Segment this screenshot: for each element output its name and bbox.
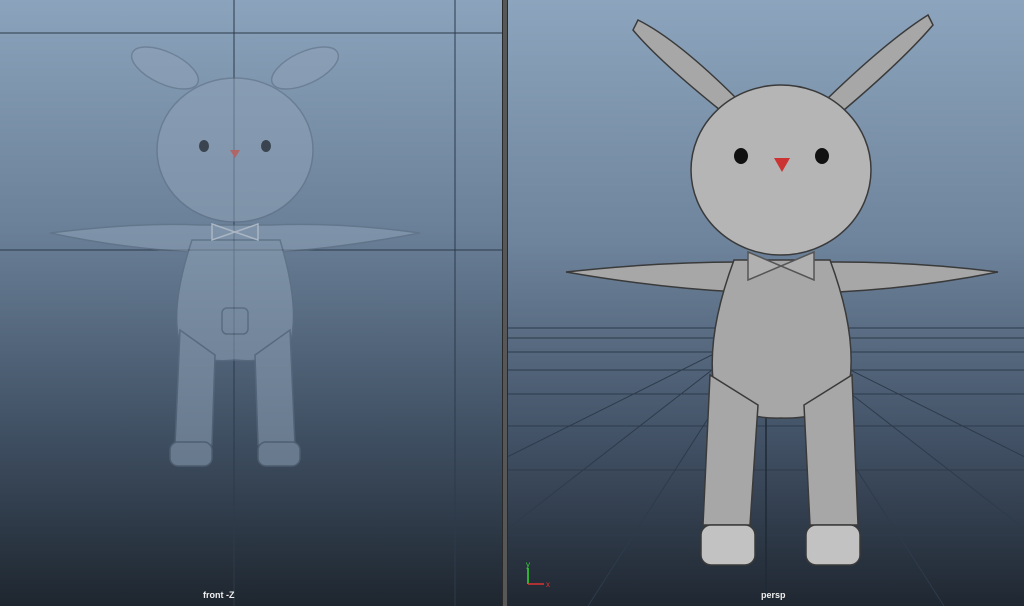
right-eye <box>261 140 271 152</box>
right-ear <box>824 13 934 111</box>
front-viewport-canvas[interactable] <box>0 0 502 606</box>
right-eye <box>815 148 829 164</box>
y-axis-label: y <box>526 560 530 569</box>
right-foot <box>257 441 301 467</box>
axis-gizmo: y x <box>526 560 550 589</box>
bunny-front-model[interactable] <box>49 38 421 467</box>
left-foot <box>169 441 213 467</box>
persp-viewport-canvas[interactable] <box>508 0 1024 606</box>
left-eye <box>199 140 209 152</box>
front-viewport[interactable]: front -Z <box>0 0 502 606</box>
x-axis-label: x <box>546 580 550 589</box>
viewport-label-front: front -Z <box>203 590 235 600</box>
bunny-persp-model[interactable] <box>565 13 999 566</box>
left-ear <box>632 18 740 111</box>
left-eye <box>734 148 748 164</box>
tail <box>221 307 249 335</box>
right-foot <box>805 524 861 566</box>
persp-viewport[interactable]: y x persp <box>508 0 1024 606</box>
left-foot <box>700 524 756 566</box>
viewport-label-persp: persp <box>761 590 786 600</box>
